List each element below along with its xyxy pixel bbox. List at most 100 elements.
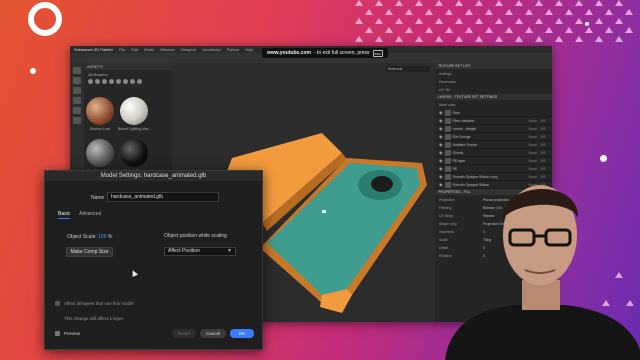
decorative-triangle xyxy=(525,27,533,33)
menu-item-javascript[interactable]: JavaScript xyxy=(202,47,221,52)
asset-label: Baked Lighting Mat... xyxy=(118,127,151,131)
eye-icon[interactable]: ◉ xyxy=(439,126,443,131)
layer-row[interactable]: ◉ Levels - Height Norm · 100 xyxy=(435,125,552,133)
object-scale-value[interactable]: 100 xyxy=(98,234,106,240)
decorative-triangle xyxy=(515,36,523,42)
layer-blend[interactable]: Norm · 100 xyxy=(528,135,546,139)
category-icon[interactable] xyxy=(116,79,121,84)
decorative-triangle xyxy=(505,27,513,33)
decorative-triangle xyxy=(415,0,423,6)
category-icon[interactable] xyxy=(137,79,142,84)
layer-blend[interactable]: Norm · 100 xyxy=(528,159,546,163)
layer-row[interactable]: ◉ Rain xyxy=(435,109,552,117)
layer-settings-header-label: TEXTURE SET SETTINGS xyxy=(454,95,498,99)
layer-row[interactable]: ◉ Filter variation Norm · 100 xyxy=(435,117,552,125)
eraser-tool-icon[interactable] xyxy=(73,77,81,84)
layer-blend[interactable]: Norm · 100 xyxy=(528,143,546,147)
decorative-triangle xyxy=(605,27,613,33)
menu-item-python[interactable]: Python xyxy=(227,47,239,52)
menu-item-file[interactable]: File xyxy=(119,47,125,52)
tab-advanced[interactable]: Advanced xyxy=(79,211,101,217)
decorative-triangle xyxy=(595,0,603,6)
eye-icon[interactable]: ◉ xyxy=(439,110,443,115)
clone-tool-icon[interactable] xyxy=(73,107,81,114)
tab-basic[interactable]: Basic xyxy=(58,211,71,219)
decorative-triangle xyxy=(395,18,403,24)
make-comp-size-button[interactable]: Make Comp Size xyxy=(66,247,113,257)
layer-blend[interactable]: Norm · 100 xyxy=(528,127,546,131)
object-scale-row: Object Scale: 100 % xyxy=(67,234,112,240)
layer-row[interactable]: ◉ Fill layer Norm · 100 xyxy=(435,157,552,165)
menu-item-window[interactable]: Window xyxy=(160,47,174,52)
asset-thumb-burnished-metal[interactable] xyxy=(86,139,114,167)
ok-button[interactable]: OK xyxy=(230,329,254,338)
decorative-triangle xyxy=(465,9,473,15)
position-select-value: Affect Position xyxy=(168,248,200,254)
layer-name: Fill layer xyxy=(452,158,466,163)
paint-tool-icon[interactable] xyxy=(73,67,81,74)
layer-blend[interactable]: Norm · 100 xyxy=(528,119,546,123)
category-icon[interactable] xyxy=(130,79,135,84)
decorative-triangle xyxy=(415,36,423,42)
texture-set-row[interactable]: UV Tile xyxy=(435,86,552,94)
asset-label: Autumn Leaf xyxy=(90,127,110,131)
picker-tool-icon[interactable] xyxy=(73,117,81,124)
decorative-triangle xyxy=(375,18,383,24)
decorative-triangle xyxy=(455,36,463,42)
preview-checkbox[interactable] xyxy=(55,331,60,336)
eye-icon[interactable]: ◉ xyxy=(439,158,443,163)
decorative-triangle xyxy=(365,9,373,15)
decorative-triangle xyxy=(595,18,603,24)
texture-set-row[interactable]: Settings xyxy=(435,70,552,78)
eye-icon[interactable]: ◉ xyxy=(439,142,443,147)
decorative-triangle xyxy=(475,36,483,42)
decorative-triangle xyxy=(495,18,503,24)
eye-icon[interactable]: ◉ xyxy=(439,118,443,123)
asset-thumb-autumn-leaf[interactable] xyxy=(86,97,114,125)
category-icon[interactable] xyxy=(109,79,114,84)
texture-set-list-header: TEXTURE SET LIST xyxy=(435,63,552,69)
layer-name: Levels - Height xyxy=(452,126,476,131)
menu-item-edit[interactable]: Edit xyxy=(131,47,138,52)
category-icon[interactable] xyxy=(102,79,107,84)
smudge-tool-icon[interactable] xyxy=(73,97,81,104)
cancel-button[interactable]: Cancel xyxy=(200,329,226,338)
asset-thumb-carbon-fiber[interactable] xyxy=(120,139,148,167)
library-filter[interactable]: All libraries xyxy=(88,72,108,77)
affect-all-checkbox[interactable] xyxy=(55,301,60,306)
notice-domain: www.youtube.com xyxy=(267,50,311,56)
layer-blend[interactable]: Norm · 100 xyxy=(528,151,546,155)
menu-item-help[interactable]: Help xyxy=(245,47,253,52)
projection-tool-icon[interactable] xyxy=(73,87,81,94)
decorative-triangle xyxy=(475,0,483,6)
decorative-triangle xyxy=(515,0,523,6)
menu-item-mode[interactable]: Mode xyxy=(144,47,154,52)
asset-thumb-baked-lighting[interactable] xyxy=(120,97,148,125)
layer-row[interactable]: ◉ Glossy Norm · 100 xyxy=(435,149,552,157)
category-icon[interactable] xyxy=(95,79,100,84)
layer-row[interactable]: ◉ Dirt Grunge Norm · 100 xyxy=(435,133,552,141)
eye-icon[interactable]: ◉ xyxy=(439,134,443,139)
layer-thumbnail xyxy=(444,133,451,140)
gizmo-icon[interactable] xyxy=(322,210,326,213)
position-select[interactable]: Affect Position ▼ xyxy=(164,247,236,256)
layer-name: Dirt Grunge xyxy=(452,134,471,139)
decorative-triangle xyxy=(495,36,503,42)
layer-thumbnail xyxy=(444,141,451,148)
eye-icon[interactable]: ◉ xyxy=(439,150,443,155)
reset-button[interactable]: Reset xyxy=(172,329,196,338)
menu-item-viewport[interactable]: Viewport xyxy=(181,47,197,52)
channel-selector[interactable]: Base color xyxy=(435,101,552,109)
name-input[interactable] xyxy=(107,192,219,202)
texture-set-row[interactable]: Dimension xyxy=(435,78,552,86)
layers-header-label: LAYERS xyxy=(438,95,452,99)
decorative-triangle xyxy=(365,27,373,33)
layer-name: Ambient Smoke xyxy=(452,142,478,147)
affect-all-label: Affect all layers that use this model xyxy=(64,301,134,306)
category-icon[interactable] xyxy=(123,79,128,84)
position-label: Object position while scaling xyxy=(164,233,227,239)
category-icon[interactable] xyxy=(88,79,93,84)
decorative-triangle xyxy=(615,36,623,42)
decorative-triangle xyxy=(575,36,583,42)
layer-row[interactable]: ◉ Ambient Smoke Norm · 100 xyxy=(435,141,552,149)
